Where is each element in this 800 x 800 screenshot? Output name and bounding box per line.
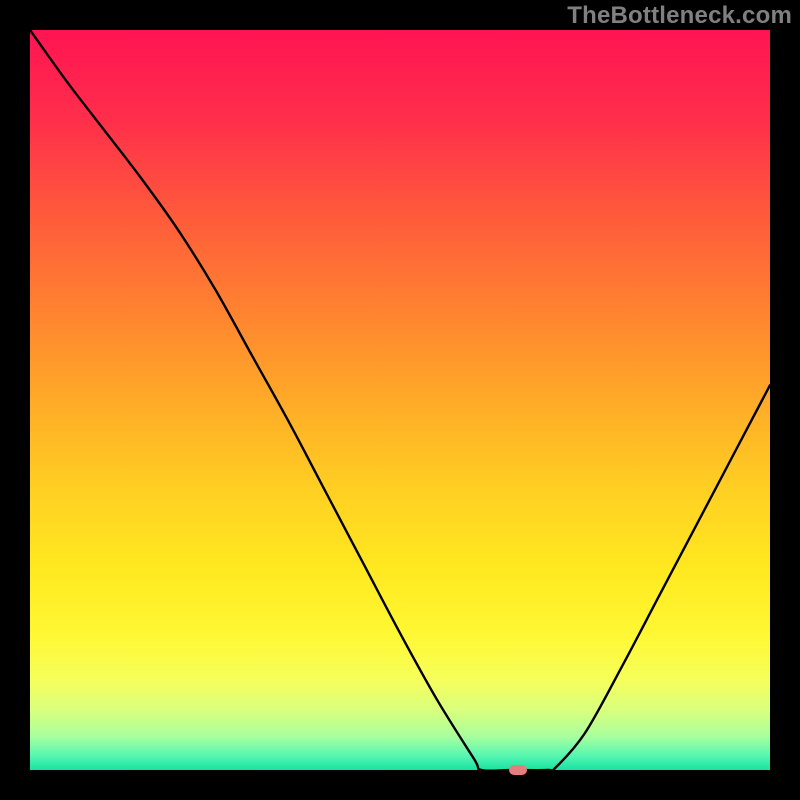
optimal-point-marker [509, 765, 527, 775]
bottleneck-curve [30, 30, 770, 770]
plot-area [30, 30, 770, 770]
watermark-text: TheBottleneck.com [567, 2, 792, 30]
chart-frame: TheBottleneck.com [0, 0, 800, 800]
